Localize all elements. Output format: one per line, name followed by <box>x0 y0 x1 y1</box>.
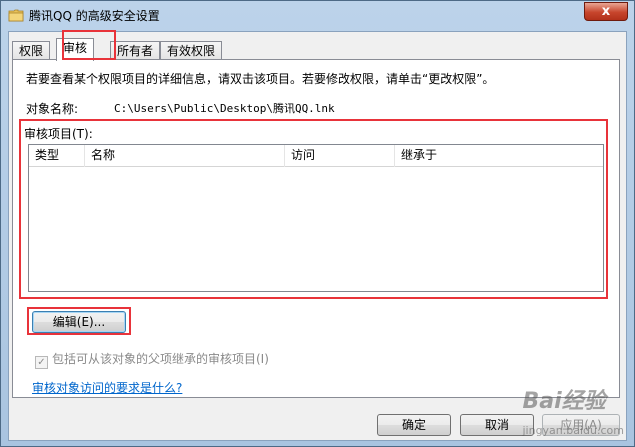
column-access[interactable]: 访问 <box>285 145 395 167</box>
column-inherited-from[interactable]: 继承于 <box>395 145 603 167</box>
column-name[interactable]: 名称 <box>85 145 285 167</box>
close-icon: x <box>601 4 611 19</box>
auditing-panel: 若要查看某个权限项目的详细信息，请双击该项目。若要修改权限，请单击“更改权限”。… <box>12 59 620 398</box>
title-bar[interactable]: 腾讯QQ 的高级安全设置 x <box>1 1 634 31</box>
close-button[interactable]: x <box>584 2 628 21</box>
object-name-value: C:\Users\Public\Desktop\腾讯QQ.lnk <box>114 102 335 115</box>
window-title: 腾讯QQ 的高级安全设置 <box>29 9 160 23</box>
column-type[interactable]: 类型 <box>29 145 85 167</box>
tab-owner[interactable]: 所有者 <box>110 41 161 60</box>
tab-effective-permissions[interactable]: 有效权限 <box>160 41 223 60</box>
ok-button[interactable]: 确定 <box>377 414 451 436</box>
audit-help-link[interactable]: 审核对象访问的要求是什么? <box>32 379 182 396</box>
inherit-checkbox[interactable]: ✓ <box>35 356 48 369</box>
audit-items-list[interactable]: 类型 名称 访问 继承于 <box>28 144 604 292</box>
cancel-button[interactable]: 取消 <box>460 414 534 436</box>
inherit-checkbox-label: 包括可从该对象的父项继承的审核项目(I) <box>52 352 269 366</box>
object-name-label: 对象名称: <box>26 102 79 116</box>
apply-button[interactable]: 应用(A) <box>542 414 620 436</box>
edit-button[interactable]: 编辑(E)... <box>32 311 126 333</box>
advanced-security-window: 腾讯QQ 的高级安全设置 x 权限 审核 所有者 有效权限 若要查看某个权限项目… <box>0 0 635 447</box>
audit-items-label: 审核项目(T): <box>24 127 93 141</box>
tab-auditing[interactable]: 审核 <box>56 38 95 61</box>
folder-icon <box>8 9 24 22</box>
inherit-checkbox-row[interactable]: ✓ 包括可从该对象的父项继承的审核项目(I) <box>35 350 269 369</box>
list-header: 类型 名称 访问 继承于 <box>29 145 603 167</box>
instructions-text: 若要查看某个权限项目的详细信息，请双击该项目。若要修改权限，请单击“更改权限”。 <box>26 72 495 86</box>
dialog-body: 权限 审核 所有者 有效权限 若要查看某个权限项目的详细信息，请双击该项目。若要… <box>8 30 627 441</box>
tab-permissions[interactable]: 权限 <box>12 41 51 60</box>
